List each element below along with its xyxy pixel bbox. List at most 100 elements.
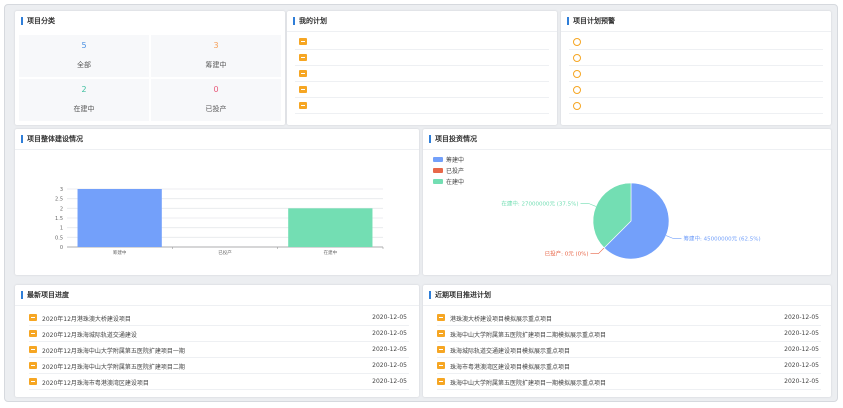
category-all[interactable]: 5 全部: [19, 35, 149, 77]
recent-panel: 近期项目推进计划 港珠澳大桥建设项目模拟展示重点项目 2020-12-05 珠海…: [423, 285, 831, 397]
category-building[interactable]: 2 在建中: [19, 79, 149, 121]
warning-row[interactable]: [569, 50, 823, 66]
warning-title: 项目计划预警: [567, 17, 615, 25]
category-count: 2: [81, 85, 87, 94]
x-tick-label: 筹建中: [113, 249, 127, 256]
latest-row[interactable]: 2020年12月珠海中山大学附属第五医院扩建项目一期 2020-12-05: [29, 343, 409, 358]
warning-circle-icon: [573, 38, 581, 46]
construction-panel: 项目整体建设情况 0 0.5 1 1.5 2 2.5 3 筹建中 已投产 在建中: [15, 129, 419, 275]
y-tick-label: 0.5: [55, 235, 63, 241]
category-grid: 5 全部 3 筹建中 2 在建中 0 已投产: [19, 35, 281, 121]
warning-circle-icon: [573, 86, 581, 94]
recent-row[interactable]: 珠海市粤港澳湾区建设项目模拟展示重点项目 2020-12-05: [437, 359, 821, 374]
plan-panel: 我的计划: [287, 11, 557, 125]
recent-title: 近期项目推进计划: [429, 291, 491, 299]
news-badge-icon: [29, 362, 37, 369]
plan-title: 我的计划: [293, 17, 327, 25]
category-preparing[interactable]: 3 筹建中: [151, 35, 281, 77]
warning-row[interactable]: [569, 82, 823, 98]
category-label: 全部: [77, 61, 91, 69]
news-badge-icon: [29, 346, 37, 353]
y-tick-label: 3: [60, 187, 63, 193]
construction-title: 项目整体建设情况: [21, 135, 83, 143]
recent-item-date: 2020-12-05: [784, 362, 819, 369]
category-count: 0: [213, 85, 219, 94]
latest-title: 最新项目进度: [21, 291, 69, 299]
warning-circle-icon: [573, 102, 581, 110]
category-label: 已投产: [205, 105, 227, 113]
latest-item-text[interactable]: 2020年12月珠海中山大学附属第五医院扩建项目一期: [42, 346, 185, 355]
latest-item-text[interactable]: 2020年12月港珠澳大桥建设项目: [42, 314, 131, 323]
recent-row[interactable]: 珠海城际轨道交通建设项目模拟展示重点项目 2020-12-05: [437, 343, 821, 358]
plan-row[interactable]: [295, 34, 549, 50]
latest-item-date: 2020-12-05: [372, 362, 407, 369]
category-operating[interactable]: 0 已投产: [151, 79, 281, 121]
news-badge-icon: [29, 314, 37, 321]
latest-panel: 最新项目进度 2020年12月港珠澳大桥建设项目 2020-12-05 2020…: [15, 285, 419, 397]
plan-row[interactable]: [295, 98, 549, 114]
warning-circle-icon: [573, 54, 581, 62]
x-tick-label: 已投产: [218, 249, 232, 256]
pie-label-leader: [580, 203, 597, 207]
pie-data-label: 在建中: 27000000元 (37.5%): [501, 199, 578, 207]
recent-item-text[interactable]: 港珠澳大桥建设项目模拟展示重点项目: [450, 314, 552, 323]
category-label: 在建中: [73, 105, 95, 113]
plan-row[interactable]: [295, 50, 549, 66]
news-badge-icon: [437, 378, 445, 385]
latest-row[interactable]: 2020年12月珠海城际轨道交通建设 2020-12-05: [29, 327, 409, 342]
y-tick-label: 0: [60, 245, 63, 251]
y-tick-label: 1: [60, 226, 63, 232]
warning-row[interactable]: [569, 34, 823, 50]
recent-item-text[interactable]: 珠海中山大学附属第五医院扩建项目一期模拟展示重点项目: [450, 378, 606, 387]
y-tick-label: 2.5: [55, 197, 63, 203]
recent-row[interactable]: 珠海中山大学附属第五医院扩建项目二期模拟展示重点项目 2020-12-05: [437, 327, 821, 342]
recent-item-text[interactable]: 珠海中山大学附属第五医院扩建项目二期模拟展示重点项目: [450, 330, 606, 339]
news-badge-icon: [437, 314, 445, 321]
recent-item-text[interactable]: 珠海市粤港澳湾区建设项目模拟展示重点项目: [450, 362, 570, 371]
recent-row[interactable]: 珠海中山大学附属第五医院扩建项目一期模拟展示重点项目 2020-12-05: [437, 375, 821, 390]
plan-row[interactable]: [295, 82, 549, 98]
warning-circle-icon: [573, 70, 581, 78]
latest-item-date: 2020-12-05: [372, 330, 407, 337]
bar[interactable]: [77, 189, 162, 247]
recent-item-date: 2020-12-05: [784, 314, 819, 321]
recent-row[interactable]: 港珠澳大桥建设项目模拟展示重点项目 2020-12-05: [437, 311, 821, 326]
investment-panel: 项目投资情况 筹建中 已投产 在建中 筹建中: 45000000元 (62.5%…: [423, 129, 831, 275]
plan-row[interactable]: [295, 66, 549, 82]
pie-label-leader: [665, 235, 682, 239]
y-tick-label: 2: [60, 206, 63, 212]
bar-chart: 0 0.5 1 1.5 2 2.5 3 筹建中 已投产 在建中: [55, 187, 384, 256]
plan-badge-icon: [299, 38, 307, 45]
plan-badge-icon: [299, 102, 307, 109]
latest-item-text[interactable]: 2020年12月珠海城际轨道交通建设: [42, 330, 137, 339]
recent-item-text[interactable]: 珠海城际轨道交通建设项目模拟展示重点项目: [450, 346, 570, 355]
latest-item-text[interactable]: 2020年12月珠海市粤港澳湾区建设项目: [42, 378, 149, 387]
x-tick-label: 在建中: [324, 249, 338, 256]
plan-badge-icon: [299, 86, 307, 93]
dashboard-frame: 项目分类 5 全部 3 筹建中 2 在建中 0 已投产 我的计划 项目计划预警 …: [4, 4, 838, 402]
warning-row[interactable]: [569, 66, 823, 82]
y-tick-label: 1.5: [55, 216, 63, 222]
news-badge-icon: [437, 362, 445, 369]
category-title: 项目分类: [21, 17, 55, 25]
latest-item-text[interactable]: 2020年12月珠海中山大学附属第五医院扩建项目二期: [42, 362, 185, 371]
news-badge-icon: [29, 330, 37, 337]
pie-chart: 筹建中: 45000000元 (62.5%) 已投产: 0元 (0%) 在建中: 2…: [501, 182, 761, 260]
recent-item-date: 2020-12-05: [784, 346, 819, 353]
news-badge-icon: [437, 330, 445, 337]
pie-data-label: 筹建中: 45000000元 (62.5%): [683, 235, 760, 243]
news-badge-icon: [437, 346, 445, 353]
bar[interactable]: [288, 208, 373, 247]
latest-item-date: 2020-12-05: [372, 346, 407, 353]
warning-row[interactable]: [569, 98, 823, 114]
latest-row[interactable]: 2020年12月珠海市粤港澳湾区建设项目 2020-12-05: [29, 375, 409, 390]
recent-item-date: 2020-12-05: [784, 330, 819, 337]
latest-row[interactable]: 2020年12月港珠澳大桥建设项目 2020-12-05: [29, 311, 409, 326]
latest-item-date: 2020-12-05: [372, 314, 407, 321]
latest-item-date: 2020-12-05: [372, 378, 407, 385]
latest-row[interactable]: 2020年12月珠海中山大学附属第五医院扩建项目二期 2020-12-05: [29, 359, 409, 374]
warning-panel: 项目计划预警: [561, 11, 831, 125]
category-count: 5: [81, 41, 87, 50]
category-count: 3: [213, 41, 219, 50]
plan-badge-icon: [299, 70, 307, 77]
